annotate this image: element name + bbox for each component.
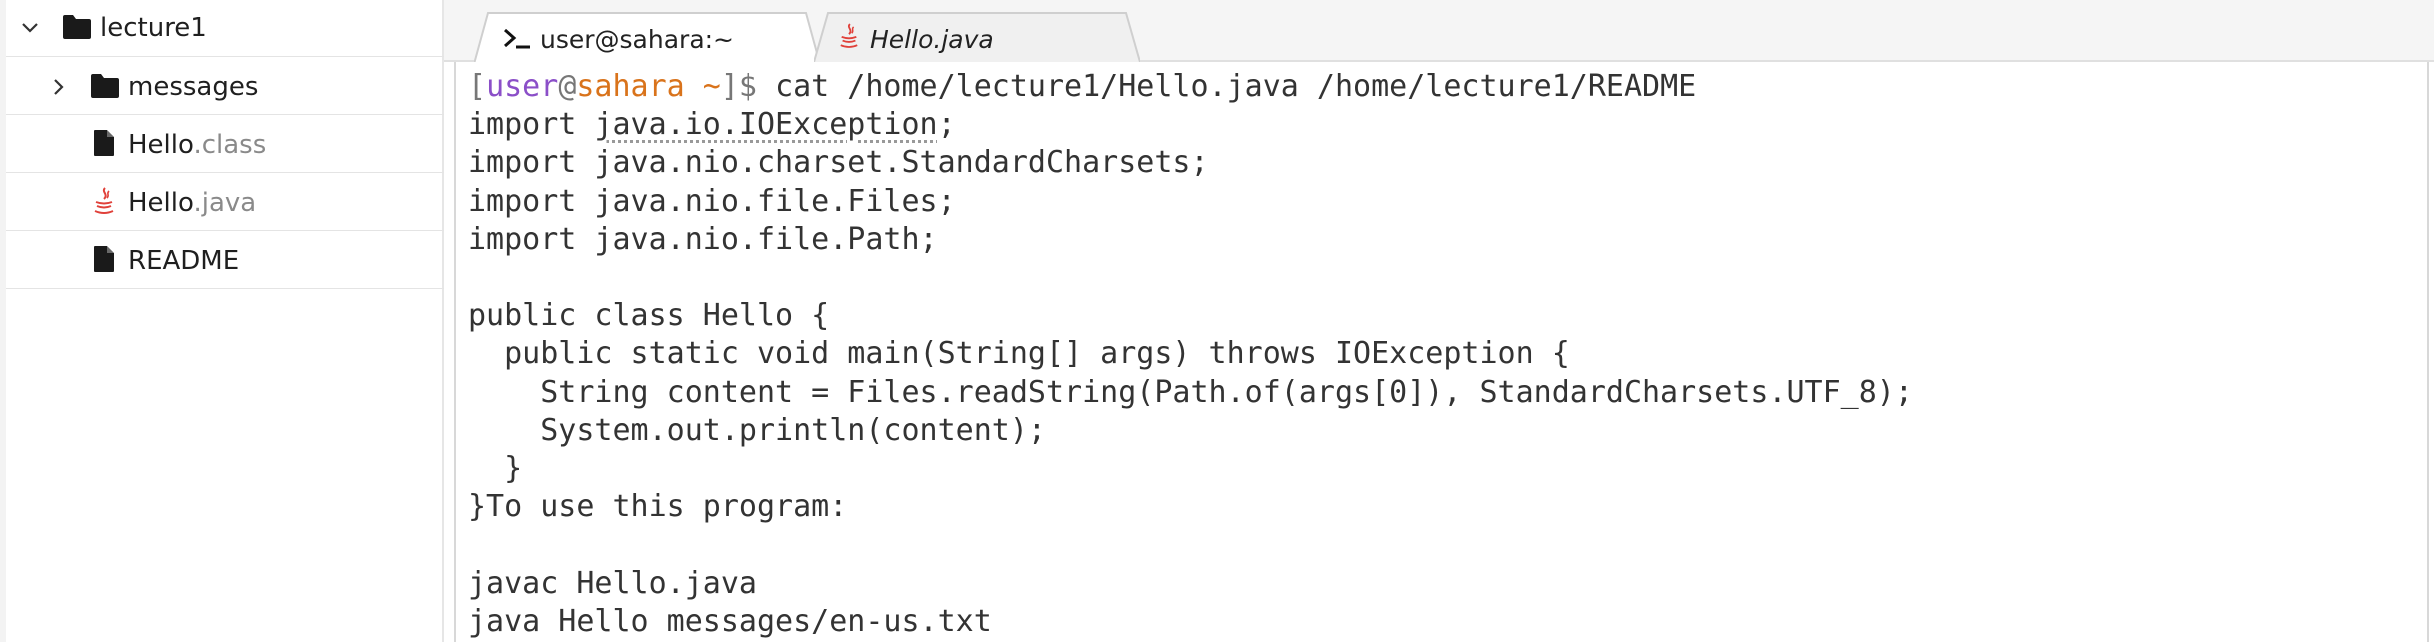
java-icon [840,23,858,48]
tab-bar: user@sahara:~ Hello.java [444,0,2434,64]
tree-item-label: README [128,246,240,276]
output-line: public static void main(String[] args) t… [468,336,1570,372]
import-semicolon: ; [937,107,956,143]
tree-item-label: Hello.java [128,188,256,218]
folder-icon [63,15,91,39]
output-line: String content = Files.readString(Path.o… [468,374,1913,410]
output-line: import java.nio.file.Files; [468,183,956,219]
import-package: java.io.IOException [594,107,938,143]
output-line: import java.nio.file.Path; [468,221,938,257]
java-icon [94,187,114,214]
terminal-view[interactable]: [user@sahara ~]$ cat /home/lecture1/Hell… [454,62,2429,642]
prompt-path: ~ [684,69,721,104]
output-line: import java.nio.charset.StandardCharsets… [468,145,1209,181]
tree-item-messages[interactable]: messages [6,57,444,115]
file-icon [94,246,114,272]
prompt-close: ]$ [720,69,776,104]
file-icon [94,130,114,156]
prompt-at: @ [558,69,577,104]
tree-item-hello-class[interactable]: Hello.class [6,115,444,173]
tree-item-label: Hello.class [128,130,266,160]
output-line: }To use this program: [468,489,848,525]
tree-item-lecture1[interactable]: lecture1 [6,0,444,57]
output-line: public class Hello { [468,298,830,334]
shell-prompt: [user@sahara ~]$ [468,69,775,104]
chevron-down-icon[interactable] [20,20,40,36]
output-line: } [468,451,523,487]
chevron-right-icon[interactable] [51,77,67,97]
tree-item-hello-java[interactable]: Hello.java [6,173,444,231]
tree-item-label: messages [128,72,259,102]
file-tree-sidebar: lecture1 messages Hello.class Hello.java… [6,0,444,642]
tab-label: Hello.java [870,25,994,54]
tab-terminal[interactable]: user@sahara:~ [474,12,820,64]
file-base-name: Hello [128,130,194,160]
file-base-name: Hello [128,188,194,218]
file-extension: .class [193,130,267,160]
import-keyword: import [468,107,595,143]
editor-area: user@sahara:~ Hello.java [user@sahara ~]… [444,0,2434,642]
tab-hello-java[interactable]: Hello.java [814,12,1140,64]
prompt-bracket: [ [468,69,487,104]
prompt-host: sahara [576,69,685,104]
folder-icon [91,74,119,98]
prompt-user: user [486,69,559,104]
file-extension: .java [193,188,257,218]
tree-item-readme[interactable]: README [6,231,444,289]
output-line: javac Hello.java [468,565,757,601]
shell-command: cat /home/lecture1/Hello.java /home/lect… [775,69,1697,104]
tab-label: user@sahara:~ [540,25,735,54]
output-line: java Hello messages/en-us.txt [468,603,992,639]
tree-item-label: lecture1 [100,13,207,43]
output-line: import java.io.IOException; [468,107,956,142]
app-window: lecture1 messages Hello.class Hello.java… [0,0,2434,642]
output-line: System.out.println(content); [468,412,1046,448]
terminal-icon [504,28,530,49]
terminal-output: [user@sahara ~]$ cat /home/lecture1/Hell… [468,68,1913,641]
